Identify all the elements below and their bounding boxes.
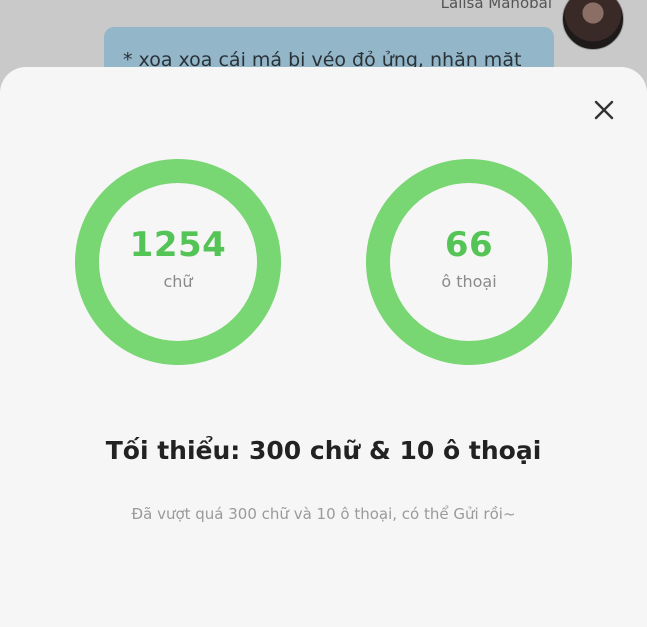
word-count-unit: chữ [163, 272, 193, 291]
sender-name: Lalisa Manobal [440, 0, 552, 12]
word-count-ring: 1254 chữ [75, 159, 281, 365]
status-message: Đã vượt quá 300 chữ và 10 ô thoại, có th… [131, 505, 516, 523]
word-count-value: 1254 [129, 225, 227, 265]
dialog-count-ring: 66 ô thoại [366, 159, 572, 365]
avatar[interactable] [562, 0, 624, 50]
minimum-requirement-heading: Tối thiểu: 300 chữ & 10 ô thoại [105, 436, 542, 465]
dialog-count-value: 66 [444, 225, 494, 265]
dialog-count-unit: ô thoại [441, 272, 497, 291]
close-button[interactable] [590, 96, 618, 124]
close-icon [594, 100, 614, 120]
